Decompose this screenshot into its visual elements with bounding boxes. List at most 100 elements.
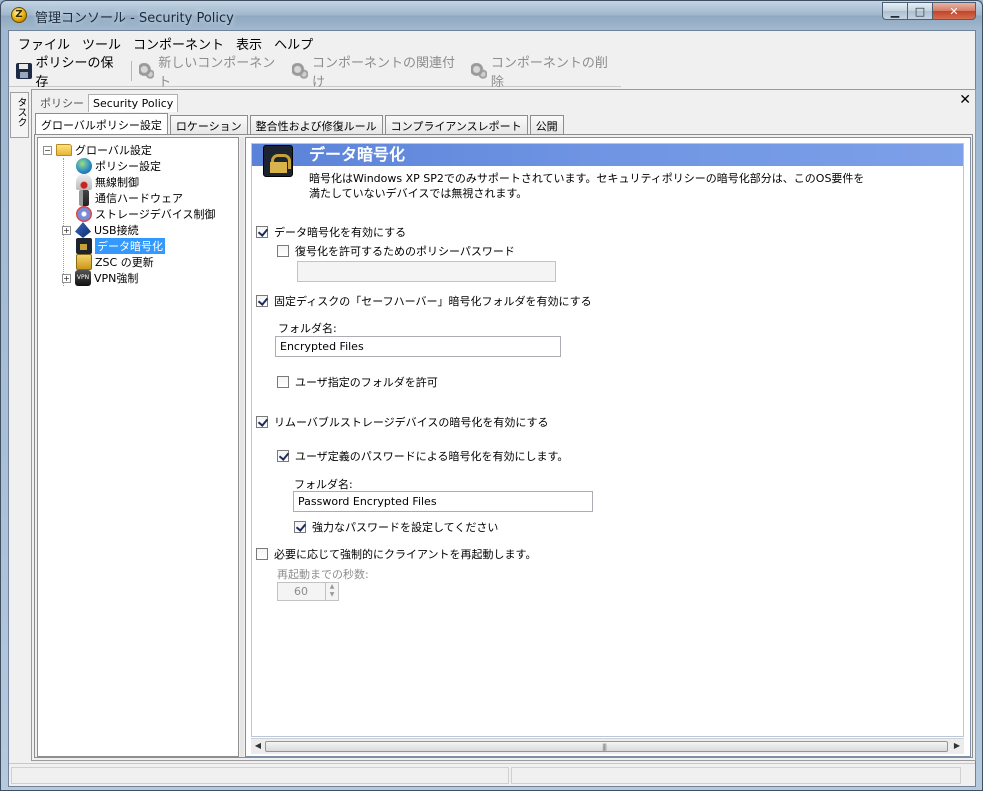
checkbox-box[interactable]	[256, 416, 268, 428]
checkbox-box[interactable]	[294, 521, 306, 533]
tab-location[interactable]: ロケーション	[169, 115, 248, 134]
collapse-icon[interactable]: −	[43, 145, 52, 155]
safe-harbor-checkbox[interactable]: 固定ディスクの「セーフハーバー」暗号化フォルダを有効にする	[256, 293, 592, 309]
tree-node-wireless-control[interactable]: 無線制御	[76, 174, 139, 190]
save-policy-label: ポリシーの保存	[35, 55, 114, 90]
user-password-checkbox[interactable]: ユーザ定義のパスワードによる暗号化を有効にします。	[277, 448, 568, 464]
wireless-icon	[76, 174, 92, 190]
lock-icon	[263, 145, 293, 177]
section-header: データ暗号化	[252, 144, 963, 166]
delete-component-button[interactable]: コンポーネントの削除	[467, 56, 621, 90]
grip-icon: |||	[602, 743, 607, 751]
delete-component-label: コンポーネントの削除	[490, 55, 608, 90]
tree-node-vpn[interactable]: + VPN VPN強制	[62, 270, 138, 286]
expand-icon[interactable]: +	[62, 273, 71, 283]
tree-node-storage-control[interactable]: ストレージデバイス制御	[76, 206, 215, 222]
seconds-label: 再起動までの秒数:	[277, 568, 369, 581]
save-policy-button[interactable]: ポリシーの保存	[12, 56, 128, 90]
menu-tools[interactable]: ツール	[76, 31, 127, 53]
vpn-icon: VPN	[75, 270, 91, 286]
gears-delete-icon	[471, 62, 487, 79]
window-controls: ▁ □ ✕	[882, 2, 976, 20]
section-title: データ暗号化	[309, 145, 406, 164]
menu-bar: ファイル ツール コンポーネント 表示 ヘルプ	[9, 31, 975, 53]
document-label: ポリシー	[40, 97, 84, 110]
scrollbar-thumb[interactable]: |||	[265, 741, 948, 752]
folder-open-icon	[56, 144, 72, 156]
tab-publish[interactable]: 公開	[529, 115, 564, 134]
tab-content: − グローバル設定 ポリシー設定 無線制御 通信ハードウェア ストレージデバイス…	[34, 134, 973, 758]
toolbar: ポリシーの保存 新しいコンポーネント コンポーネントの関連付け コンポーネントの…	[9, 55, 621, 90]
status-bar	[9, 763, 975, 786]
menu-component[interactable]: コンポーネント	[127, 31, 230, 53]
spin-up-icon[interactable]: ▲	[326, 583, 338, 591]
maximize-button[interactable]: □	[907, 2, 933, 20]
removable-encryption-checkbox[interactable]: リムーバブルストレージデバイスの暗号化を有効にする	[256, 414, 548, 430]
decrypt-password-field[interactable]	[297, 261, 556, 282]
new-component-label: 新しいコンポーネント	[158, 55, 276, 90]
menu-help[interactable]: ヘルプ	[268, 31, 319, 53]
horizontal-scrollbar[interactable]: ◀ ||| ▶	[251, 738, 964, 754]
settings-tree: − グローバル設定 ポリシー設定 無線制御 通信ハードウェア ストレージデバイス…	[37, 137, 239, 757]
spin-down-icon[interactable]: ▼	[326, 591, 338, 599]
decrypt-password-checkbox[interactable]: 復号化を許可するためのポリシーパスワード	[277, 243, 515, 259]
scroll-left-icon[interactable]: ◀	[252, 741, 264, 750]
update-icon	[76, 254, 92, 270]
checkbox-box[interactable]	[256, 226, 268, 238]
status-segment-secondary	[511, 767, 961, 784]
user-folder-checkbox[interactable]: ユーザ指定のフォルダを許可	[277, 374, 438, 390]
gears-icon	[138, 62, 155, 79]
encryption-settings-pane: データ暗号化 暗号化はWindows XP SP2でのみサポートされています。セ…	[245, 137, 971, 757]
settings-form: データ暗号化 暗号化はWindows XP SP2でのみサポートされています。セ…	[251, 143, 964, 737]
checkbox-box[interactable]	[277, 450, 289, 462]
app-icon: Z	[11, 7, 27, 23]
task-pane-toggle[interactable]: タスク	[10, 92, 29, 138]
splitter[interactable]	[240, 137, 244, 757]
checkbox-box[interactable]	[277, 376, 289, 388]
policy-panel: ポリシー Security Policy ✕ グローバルポリシー設定 ロケーショ…	[31, 89, 976, 761]
folder-name-label: フォルダ名:	[278, 322, 337, 335]
document-tab-security-policy[interactable]: Security Policy	[88, 94, 179, 112]
minimize-button[interactable]: ▁	[882, 2, 908, 20]
storage-disc-icon	[76, 206, 92, 222]
toolbar-separator	[130, 60, 132, 81]
checkbox-box[interactable]	[256, 295, 268, 307]
app-window: Z 管理コンソール - Security Policy ▁ □ ✕ ファイル ツ…	[0, 0, 983, 791]
close-button[interactable]: ✕	[932, 2, 976, 20]
folder-name-label-2: フォルダ名:	[294, 478, 353, 491]
checkbox-box[interactable]	[256, 548, 268, 560]
panel-close-icon[interactable]: ✕	[959, 92, 971, 108]
menu-view[interactable]: 表示	[230, 31, 268, 53]
seconds-value: 60	[294, 585, 308, 598]
folder-name-field[interactable]: Encrypted Files	[275, 336, 561, 357]
globe-icon	[76, 158, 92, 174]
tree-node-data-encryption[interactable]: データ暗号化	[76, 238, 165, 254]
menu-file[interactable]: ファイル	[12, 31, 76, 53]
associate-component-label: コンポーネントの関連付け	[311, 55, 455, 90]
tree-node-comm-hardware[interactable]: 通信ハードウェア	[76, 190, 183, 206]
tab-global-policy[interactable]: グローバルポリシー設定	[35, 113, 168, 134]
title-bar[interactable]: Z 管理コンソール - Security Policy ▁ □ ✕	[1, 1, 982, 30]
associate-component-button[interactable]: コンポーネントの関連付け	[288, 56, 467, 90]
tree-node-usb[interactable]: + USB接続	[62, 222, 139, 238]
seconds-spinner[interactable]: 60 ▲ ▼	[277, 582, 339, 601]
tree-node-global-settings[interactable]: − グローバル設定	[43, 142, 152, 158]
tree-node-policy-settings[interactable]: ポリシー設定	[76, 158, 161, 174]
tab-compliance-report[interactable]: コンプライアンスレポート	[384, 115, 528, 134]
task-pane-label: タスク	[15, 97, 26, 127]
enable-encryption-checkbox[interactable]: データ暗号化を有効にする	[256, 224, 406, 240]
policy-tabs: グローバルポリシー設定 ロケーション 整合性および修復ルール コンプライアンスレ…	[35, 113, 566, 134]
spinner-buttons[interactable]: ▲ ▼	[325, 583, 338, 600]
scroll-right-icon[interactable]: ▶	[951, 741, 963, 750]
expand-icon[interactable]: +	[62, 225, 71, 235]
status-segment-main	[11, 767, 509, 784]
strong-password-checkbox[interactable]: 強力なパスワードを設定してください	[294, 519, 498, 535]
force-reboot-checkbox[interactable]: 必要に応じて強制的にクライアントを再起動します。	[256, 546, 536, 562]
checkbox-box[interactable]	[277, 245, 289, 257]
document-tabs: ポリシー Security Policy	[36, 93, 179, 113]
new-component-button[interactable]: 新しいコンポーネント	[135, 56, 289, 90]
tab-integrity-rules[interactable]: 整合性および修復ルール	[249, 115, 383, 134]
os-requirement-note: 暗号化はWindows XP SP2でのみサポートされています。セキュリティポリ…	[309, 172, 865, 200]
tree-node-zsc-update[interactable]: ZSC の更新	[76, 254, 154, 270]
password-folder-name-field[interactable]: Password Encrypted Files	[293, 491, 593, 512]
